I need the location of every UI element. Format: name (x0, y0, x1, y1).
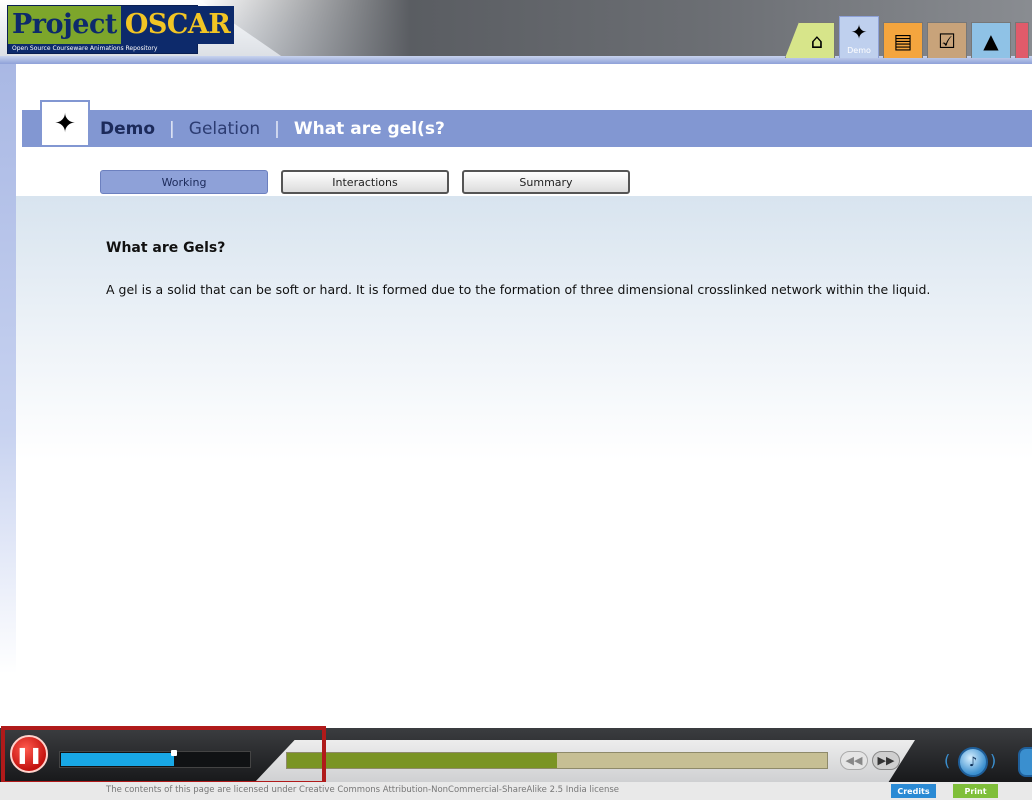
checklist-icon: ☑ (938, 28, 956, 53)
print-button[interactable]: Print (953, 784, 998, 798)
oscar-page: Project OSCAR Open Source Courseware Ani… (0, 0, 1032, 800)
credits-button[interactable]: Credits (891, 784, 936, 798)
logo-wordmark: Project OSCAR (8, 6, 235, 44)
breadcrumb-separator: | (169, 118, 175, 139)
logo-subtitle: Open Source Courseware Animations Reposi… (12, 45, 158, 52)
cursor-click-icon: ✦ (850, 20, 868, 44)
nav-tab-demo-label: Demo (847, 46, 871, 55)
content-panel (16, 196, 1032, 676)
player-extra-button[interactable] (1018, 747, 1032, 777)
nav-tab-more[interactable] (1015, 22, 1029, 58)
logo-word-project: Project (8, 6, 121, 44)
breadcrumb-current: What are gel(s? (293, 118, 445, 139)
tab-summary[interactable]: Summary (462, 170, 630, 194)
breadcrumb-separator: | (274, 118, 280, 139)
book-icon: ▤ (893, 28, 913, 53)
demo-section-icon: ✦ (40, 100, 90, 147)
lesson-progress-bar[interactable] (286, 752, 828, 769)
lesson-progress-fill (287, 753, 557, 768)
fast-forward-icon: ▶▶ (877, 754, 895, 767)
sub-tabs: Working Interactions Summary (100, 170, 630, 194)
sound-wave-right-icon: ) (990, 751, 997, 770)
nav-tab-book[interactable]: ▤ (883, 22, 923, 58)
nav-tab-demo[interactable]: ✦ Demo (839, 16, 879, 58)
license-text: The contents of this page are licensed u… (106, 785, 620, 795)
graduation-cap-icon: ▲ (983, 28, 999, 53)
speaker-icon: ♪ (968, 754, 978, 770)
tab-working[interactable]: Working (100, 170, 268, 194)
tab-interactions[interactable]: Interactions (281, 170, 449, 194)
nav-tab-home[interactable]: ⌂ (785, 22, 835, 58)
left-side-bar (0, 64, 16, 674)
logo-word-oscar: OSCAR (120, 6, 235, 44)
next-button[interactable]: ▶▶ (872, 751, 900, 770)
content-body: A gel is a solid that can be soft or har… (106, 282, 931, 297)
project-oscar-logo[interactable]: Project OSCAR Open Source Courseware Ani… (7, 5, 235, 54)
breadcrumb: Demo | Gelation | What are gel(s? (100, 110, 445, 147)
cursor-click-icon: ✦ (54, 108, 76, 139)
main-nav-tabs: ⌂ ✦ Demo ▤ ☑ ▲ (785, 16, 1032, 58)
sound-wave-left-icon: ( (944, 751, 951, 770)
highlight-box (1, 726, 326, 785)
nav-tab-learn[interactable]: ▲ (971, 22, 1011, 58)
volume-button[interactable]: ♪ (958, 747, 988, 777)
breadcrumb-topic[interactable]: Gelation (189, 119, 260, 139)
home-icon: ⌂ (810, 28, 824, 53)
rewind-icon: ◀◀ (845, 754, 863, 767)
breadcrumb-section[interactable]: Demo (100, 119, 155, 139)
nav-tab-quiz[interactable]: ☑ (927, 22, 967, 58)
previous-button[interactable]: ◀◀ (840, 751, 868, 770)
content-heading: What are Gels? (106, 240, 226, 256)
